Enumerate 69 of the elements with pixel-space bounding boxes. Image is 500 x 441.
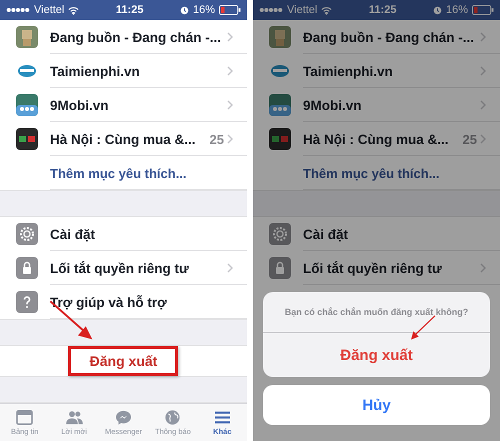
favorite-item[interactable]: Đang buồn - Đang chán -... [0, 20, 247, 54]
favorite-item[interactable]: Đang buồn - Đang chán -... [253, 20, 500, 54]
menu-item[interactable]: Trợ giúp và hỗ trợ [0, 285, 247, 319]
menu-label: Cài đặt [50, 226, 96, 242]
chevron-icon [480, 32, 486, 42]
chevron-icon [227, 32, 233, 42]
chevron-icon [227, 134, 233, 144]
logout-button[interactable]: Đăng xuất [263, 333, 490, 377]
messenger-icon [115, 410, 132, 425]
menu-item[interactable]: Cài đặt [0, 217, 247, 251]
favorite-name: 9Mobi.vn [303, 98, 362, 112]
confirm-message: Bạn có chắc chắn muốn đăng xuất không? [263, 292, 490, 333]
notification-count: 25 [210, 132, 224, 146]
chevron-icon [227, 66, 233, 76]
clock-time: 11:25 [116, 4, 144, 16]
battery-percent: 16% [192, 4, 215, 16]
chevron-icon [480, 100, 486, 110]
wifi-icon [68, 6, 80, 14]
lock-icon [269, 257, 291, 279]
wifi-icon [321, 6, 332, 14]
battery-icon [219, 5, 241, 15]
logout-button[interactable]: Đăng xuất [82, 349, 166, 373]
favorite-name: Đang buồn - Đang chán -... [50, 30, 221, 44]
chevron-icon [480, 66, 486, 76]
alarm-icon [180, 6, 189, 14]
menu-label: Cài đặt [303, 226, 348, 242]
chevron-icon [227, 263, 233, 273]
favorite-item[interactable]: Hà Nội : Cùng mua &... 25 [0, 122, 247, 156]
menu-item[interactable]: Cài đặt [253, 217, 500, 251]
menu-label: Trợ giúp và hỗ trợ [50, 294, 167, 310]
menu-item[interactable]: Lối tắt quyền riêng tư [253, 251, 500, 285]
arrow-drawing [408, 315, 438, 342]
add-favorite-link[interactable]: Thêm mục yêu thích... [303, 166, 440, 180]
chevron-icon [480, 263, 486, 273]
alarm-icon [432, 6, 442, 14]
menu-item[interactable]: Lối tắt quyền riêng tư [0, 251, 247, 285]
favorite-name: 9Mobi.vn [50, 98, 109, 112]
favorite-name: Đang buồn - Đang chán -... [303, 30, 474, 44]
add-favorite-link[interactable]: Thêm mục yêu thích... [50, 166, 187, 180]
menu-label: Lối tắt quyền riêng tư [303, 260, 442, 276]
cancel-button[interactable]: Hủy [263, 385, 490, 425]
favorite-name: Taimienphi.vn [50, 64, 140, 78]
battery-percent: 16% [446, 4, 468, 16]
favorite-name: Hà Nội : Cùng mua &... [50, 132, 196, 146]
lock-icon [16, 257, 38, 279]
signal-icon [259, 7, 283, 13]
battery-icon [472, 5, 494, 15]
favorite-name: Hà Nội : Cùng mua &... [303, 132, 449, 146]
favorite-item[interactable]: Taimienphi.vn [0, 54, 247, 88]
carrier-name: Viettel [34, 4, 64, 16]
favorite-item[interactable]: 9Mobi.vn [253, 88, 500, 122]
favorite-name: Taimienphi.vn [303, 64, 393, 78]
chevron-icon [227, 100, 233, 110]
gear-icon [16, 223, 38, 245]
carrier-name: Viettel [287, 4, 318, 16]
gear-icon [269, 223, 291, 245]
help-icon [16, 291, 38, 313]
chevron-icon [480, 134, 486, 144]
menu-label: Lối tắt quyền riêng tư [50, 260, 189, 276]
globe-icon [164, 410, 182, 425]
favorite-item[interactable]: Hà Nội : Cùng mua &... 25 [253, 122, 500, 156]
favorite-item[interactable]: 9Mobi.vn [0, 88, 247, 122]
clock-time: 11:25 [368, 4, 396, 16]
friends-icon [66, 410, 83, 425]
signal-icon [6, 7, 30, 13]
notification-count: 25 [462, 132, 477, 146]
menu-icon [214, 410, 231, 425]
news-feed-icon [16, 410, 34, 425]
favorite-item[interactable]: Taimienphi.vn [253, 54, 500, 88]
